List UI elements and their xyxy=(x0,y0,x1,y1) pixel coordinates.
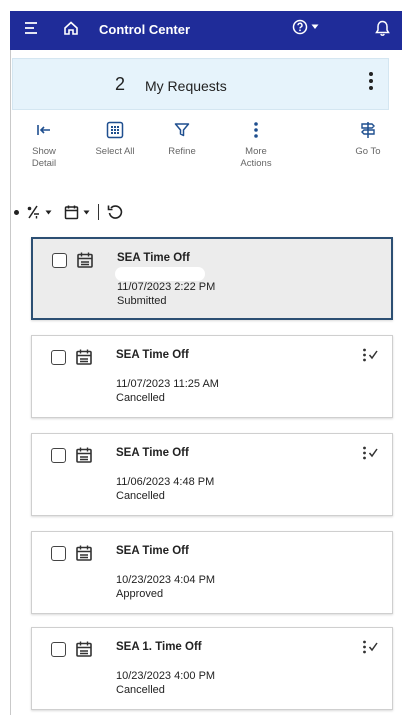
calendar-icon xyxy=(64,205,79,220)
calendar-icon xyxy=(75,640,93,663)
select-all-icon xyxy=(106,118,124,142)
signpost-icon xyxy=(360,118,376,142)
calendar-icon xyxy=(75,446,93,469)
request-title: SEA Time Off xyxy=(116,545,189,557)
filter-icon xyxy=(174,118,190,142)
more-actions-button[interactable]: More Actions xyxy=(226,118,286,170)
row-checkbox[interactable] xyxy=(51,642,66,657)
show-detail-label: Show Detail xyxy=(31,146,57,169)
request-date: 11/07/2023 11:25 AM xyxy=(116,378,219,390)
request-card[interactable]: SEA Time Off 10/23/2023 4:04 PM Approved xyxy=(31,531,393,614)
request-card[interactable]: SEA Time Off 11/07/2023 2:22 PM Submitte… xyxy=(31,237,393,320)
more-actions-label: More Actions xyxy=(240,146,272,169)
my-requests-bar[interactable]: 2 My Requests xyxy=(12,58,389,110)
calendar-icon xyxy=(75,348,93,371)
request-date: 10/23/2023 4:00 PM xyxy=(116,670,216,682)
go-to-button[interactable]: Go To xyxy=(338,118,398,158)
request-status: Cancelled xyxy=(116,684,165,696)
select-all-button[interactable]: Select All xyxy=(85,118,145,158)
row-checkbox[interactable] xyxy=(51,448,66,463)
chevron-down-icon xyxy=(83,210,90,214)
redacted-field xyxy=(115,267,205,281)
chevron-down-icon xyxy=(45,210,52,214)
request-date: 11/06/2023 4:48 PM xyxy=(116,476,215,488)
percent-filter-icon xyxy=(27,205,39,219)
toolstrip-separator xyxy=(98,204,99,220)
row-checkbox[interactable] xyxy=(52,253,67,268)
flow-icon[interactable] xyxy=(362,348,378,367)
chevron-down-icon xyxy=(311,24,319,29)
select-all-label: Select All xyxy=(95,146,135,157)
refine-button[interactable]: Refine xyxy=(152,118,212,158)
request-title: SEA Time Off xyxy=(116,447,189,459)
request-status: Approved xyxy=(116,588,164,600)
go-to-label: Go To xyxy=(355,146,381,157)
request-card[interactable]: SEA 1. Time Off 10/23/2023 4:00 PM Cance… xyxy=(31,627,393,710)
date-filter-button[interactable] xyxy=(64,204,90,220)
more-vertical-icon xyxy=(253,118,259,142)
bell-icon[interactable] xyxy=(375,20,390,37)
request-status: Cancelled xyxy=(116,392,165,404)
row-checkbox[interactable] xyxy=(51,350,66,365)
request-date: 10/23/2023 4:04 PM xyxy=(116,574,216,586)
help-menu-button[interactable] xyxy=(292,19,319,35)
request-card[interactable]: SEA Time Off 11/07/2023 11:25 AM Cancell… xyxy=(31,335,393,418)
view-toolstrip xyxy=(14,200,123,224)
action-toolbar: Show Detail Select All Refine More Actions… xyxy=(12,118,392,188)
request-title: SEA Time Off xyxy=(117,252,190,264)
flow-icon[interactable] xyxy=(362,446,378,465)
calendar-icon xyxy=(76,251,94,274)
row-checkbox[interactable] xyxy=(51,546,66,561)
request-title: SEA Time Off xyxy=(116,349,189,361)
calendar-icon xyxy=(75,544,93,567)
top-bar: Control Center xyxy=(10,11,402,50)
refine-label: Refine xyxy=(168,146,196,157)
request-status: Submitted xyxy=(117,295,167,307)
hamburger-menu-icon[interactable] xyxy=(24,21,38,35)
home-icon[interactable] xyxy=(63,20,79,36)
kebab-icon[interactable] xyxy=(368,71,374,96)
request-title: SEA 1. Time Off xyxy=(116,641,202,653)
bullet-dot xyxy=(14,209,19,215)
request-card[interactable]: SEA Time Off 11/06/2023 4:48 PM Cancelle… xyxy=(31,433,393,516)
request-status: Cancelled xyxy=(116,490,165,502)
collapse-left-icon xyxy=(36,118,52,142)
request-date: 11/07/2023 2:22 PM xyxy=(117,281,216,293)
app-title: Control Center xyxy=(99,22,190,37)
left-divider xyxy=(10,50,11,715)
requests-count: 2 xyxy=(115,74,126,94)
flow-icon[interactable] xyxy=(362,640,378,659)
requests-label: My Requests xyxy=(145,78,227,94)
help-icon xyxy=(292,19,308,35)
show-detail-button[interactable]: Show Detail xyxy=(14,118,74,170)
percent-filter-button[interactable] xyxy=(25,204,52,220)
refresh-icon[interactable] xyxy=(107,204,123,220)
